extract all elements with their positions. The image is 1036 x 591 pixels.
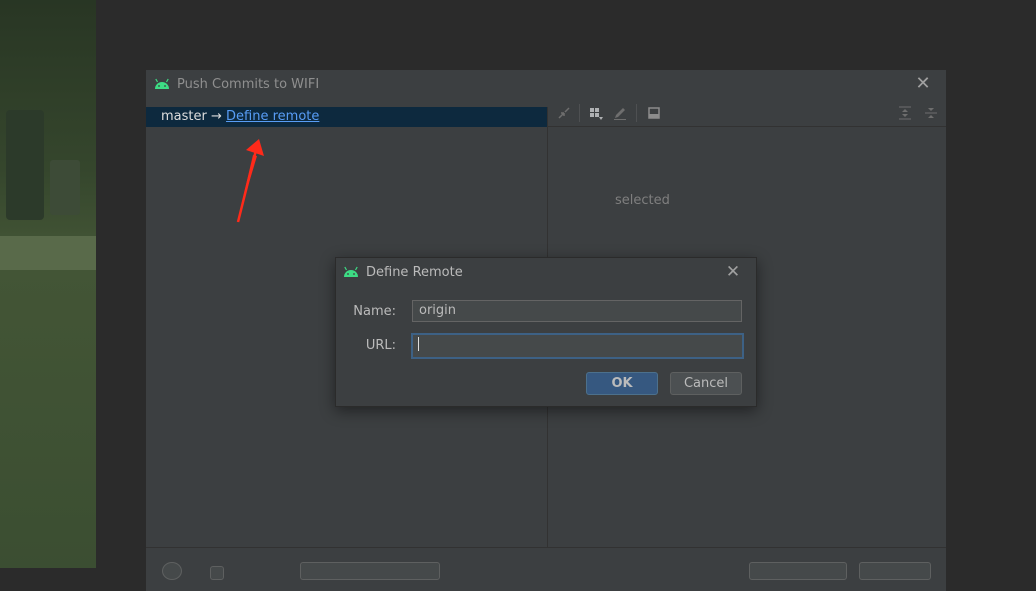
footer-combo[interactable] — [300, 562, 440, 580]
group-by-icon[interactable] — [588, 105, 604, 121]
branch-row[interactable]: master → Define remote — [146, 107, 547, 127]
toolbar-separator — [579, 104, 580, 122]
local-branch: master — [161, 109, 207, 124]
url-field[interactable] — [411, 333, 744, 359]
close-icon[interactable]: ✕ — [914, 75, 932, 93]
help-icon[interactable] — [162, 562, 182, 580]
ok-button[interactable]: OK — [586, 372, 658, 395]
changes-toolbar — [548, 100, 946, 127]
expand-arrows-icon[interactable] — [556, 105, 572, 121]
close-icon[interactable]: ✕ — [724, 263, 742, 281]
edit-icon[interactable] — [612, 105, 628, 121]
desktop-background — [0, 0, 96, 568]
android-icon — [344, 266, 358, 277]
name-label: Name: — [353, 304, 396, 319]
footer-checkbox[interactable] — [210, 566, 224, 580]
dialog-title: Push Commits to WIFI — [177, 77, 320, 92]
background-tree — [6, 110, 44, 220]
define-remote-link[interactable]: Define remote — [226, 109, 319, 124]
branch-arrow: → — [210, 109, 222, 124]
define-remote-dialog: Define Remote ✕ Name: origin URL: OK Can… — [335, 257, 757, 407]
name-field-value: origin — [419, 303, 457, 318]
dialog-titlebar: Push Commits to WIFI ✕ — [146, 70, 946, 100]
push-button[interactable] — [749, 562, 847, 580]
dialog-title: Define Remote — [366, 265, 463, 280]
text-caret — [418, 336, 419, 351]
background-road — [0, 236, 96, 270]
preview-icon[interactable] — [646, 105, 662, 121]
cancel-push-button[interactable] — [859, 562, 931, 580]
expand-all-icon[interactable] — [897, 105, 913, 121]
toolbar-separator — [636, 104, 637, 122]
branch-label: master → Define remote — [161, 109, 319, 124]
collapse-all-icon[interactable] — [923, 105, 939, 121]
dialog-footer — [146, 547, 946, 591]
android-icon — [155, 78, 169, 89]
background-sign — [50, 160, 80, 215]
empty-state-text: selected — [615, 193, 670, 208]
url-label: URL: — [365, 338, 396, 353]
cancel-button[interactable]: Cancel — [670, 372, 742, 395]
name-field[interactable]: origin — [412, 300, 742, 322]
